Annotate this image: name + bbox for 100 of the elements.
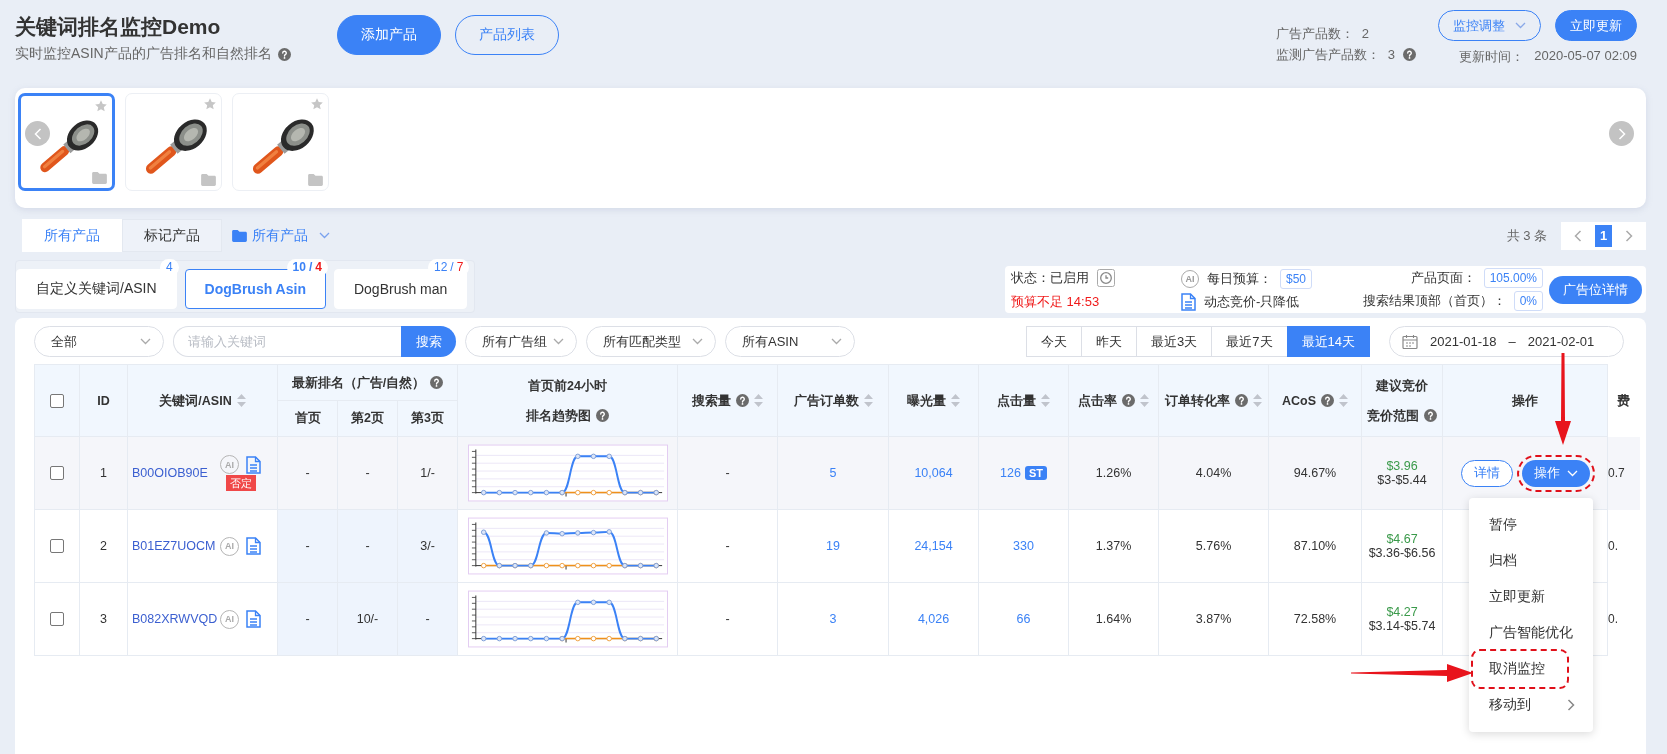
update-time-label: 更新时间： [1459,48,1525,66]
orders-link[interactable]: 5 [829,466,837,480]
impressions-link[interactable]: 24,154 [914,539,953,553]
bid-range: $3.14-$5.74 [1367,619,1437,633]
date-range-button[interactable]: 今天 [1026,326,1083,357]
column-header: ID [97,392,110,410]
stat-value: 3 [1387,46,1395,64]
checkbox[interactable] [50,393,64,408]
column-header: 操作 [1512,392,1539,410]
filter-select[interactable]: 所有匹配类型 [586,326,716,357]
table-cell: 94.67% [1268,436,1362,510]
count-badge: 12 / 7 [427,259,470,276]
column-header: 广告订单数 [793,392,859,410]
product-thumbnail[interactable] [18,93,115,191]
table-cell: 3/- [397,509,458,583]
update-time: 2020-05-07 02:09 [1534,48,1637,65]
arrow-icon [1554,353,1572,445]
filter-select[interactable]: 所有广告组 [465,326,577,357]
column-header: 第2页 [337,400,398,437]
asin-link[interactable]: B082XRWVQD [132,612,218,626]
help-icon [736,394,750,407]
star-icon [94,99,108,113]
chevron-left-icon [33,127,42,140]
column-header: 首页 [277,400,338,437]
table-cell: 5.76% [1158,509,1269,583]
table-cell: - [277,509,338,583]
clicks-link[interactable]: 330 [1013,539,1034,553]
column-header: 曝光量 [907,392,947,410]
budget-label: 每日预算： [1207,269,1272,288]
date-range-button[interactable]: 最近7天 [1211,326,1288,357]
total-count: 共 3 条 [1506,226,1547,245]
help-icon [596,409,610,422]
sort-icon [863,394,873,407]
menu-item[interactable]: 暂停 [1469,508,1593,542]
placement-details-button[interactable]: 广告位详情 [1549,275,1642,304]
date-range-button[interactable]: 最近14天 [1286,326,1370,357]
table-cell: 1 [79,436,128,510]
menu-item[interactable]: 立即更新 [1469,580,1593,614]
table-cell: 3 [79,582,128,656]
stat-value: 2 [1361,25,1369,43]
search-button[interactable]: 搜索 [401,326,456,357]
table-cell: - [337,509,398,583]
table-cell: 0. [1608,539,1619,553]
details-button[interactable]: 详情 [1460,459,1513,487]
calendar-icon [1402,333,1418,350]
chevron-down-icon [692,338,703,345]
product-tab[interactable]: 所有产品 [22,219,122,252]
menu-item[interactable]: 归档 [1469,544,1593,578]
sort-icon [1140,394,1150,407]
chevron-left-icon [1574,229,1582,242]
table-cell: - [397,582,458,656]
sort-icon [754,394,764,407]
table-cell: 3.87% [1158,582,1269,656]
chevron-down-icon [1515,22,1526,29]
column-header: 点击率 [1078,392,1118,410]
orders-link[interactable]: 19 [826,539,840,553]
impressions-link[interactable]: 10,064 [914,466,953,480]
product-tab[interactable]: 标记产品 [122,219,222,252]
column-header: 点击量 [997,392,1037,410]
placement-value: 105.00% [1483,268,1543,288]
menu-item[interactable]: 移动到 [1469,688,1593,722]
count-badge: 10 / 4 [286,259,328,276]
filter-select[interactable]: 所有ASIN [725,326,855,357]
budget-warning: 预算不足 14:53 [1011,292,1101,311]
column-header: 关键词/ASIN [159,392,232,410]
star-icon [203,97,217,111]
page-title: 关键词排名监控Demo [15,14,222,40]
help-icon [430,376,444,389]
menu-item[interactable]: 广告智能优化 [1469,616,1593,650]
scope-select[interactable]: 全部 [34,326,164,357]
stat-label: 监测广告产品数： [1275,46,1380,64]
impressions-link[interactable]: 4,026 [917,612,950,626]
checkbox[interactable] [50,612,64,627]
sort-icon [1253,394,1263,407]
table-cell: 1/- [397,436,458,510]
column-header: 首页前24小时 [528,377,607,395]
table-cell: 72.58% [1268,582,1362,656]
add-product-button[interactable]: 添加产品 [336,15,441,55]
clicks-link[interactable]: 126 [1000,466,1021,480]
table-cell: - [677,436,778,510]
date-separator: – [1508,334,1516,349]
checkbox[interactable] [50,539,64,554]
checkbox[interactable] [50,466,64,481]
update-now-button[interactable]: 立即更新 [1555,10,1637,41]
placement-value: 0% [1513,291,1543,311]
folder-filter[interactable]: 所有产品 [232,226,330,245]
keyword-group-tab[interactable]: 自定义关键词/ASIN [16,269,177,309]
clicks-link[interactable]: 66 [1016,612,1031,626]
column-header: 建议竞价 [1376,377,1429,395]
count-badge: 4 [159,259,179,276]
asin-link[interactable]: B00OIOB90E [132,466,208,480]
asin-link[interactable]: B01EZ7UOCM [132,539,216,553]
search-field[interactable]: 请输入关键词 [173,326,401,357]
help-icon [1235,394,1249,407]
menu-item[interactable]: 取消监控 [1474,652,1566,686]
date-range-button[interactable]: 最近3天 [1136,326,1213,357]
table-cell: - [277,582,338,656]
date-range-button[interactable]: 昨天 [1081,326,1138,357]
page-button[interactable]: 1 [1595,224,1612,247]
orders-link[interactable]: 3 [829,612,837,626]
